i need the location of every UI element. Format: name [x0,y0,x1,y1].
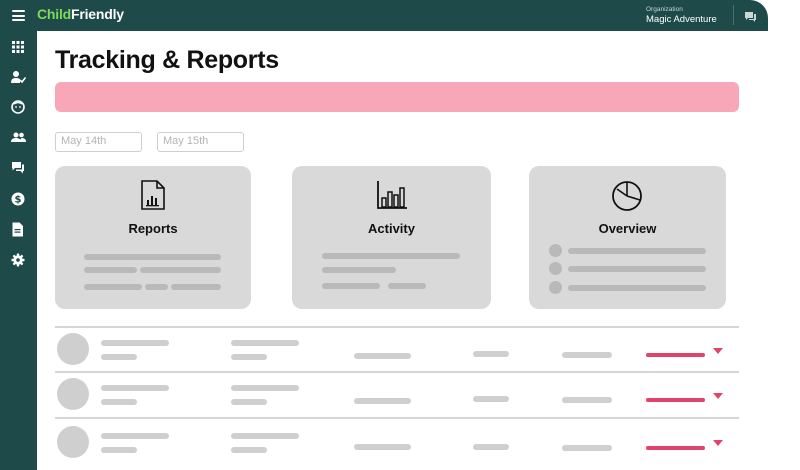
overview-card-title: Overview [598,221,657,236]
pie-chart-icon [611,180,643,217]
placeholder-line [231,399,267,405]
placeholder-line [231,447,267,453]
list-divider [55,417,739,419]
reports-card[interactable]: Reports [55,166,251,309]
top-bar: ChildFriendly Organization Magic Adventu… [0,0,768,31]
list-divider [55,371,739,373]
chat-icon[interactable] [11,161,26,176]
activity-card[interactable]: Activity [292,166,491,309]
document-icon[interactable] [11,222,26,237]
avatar [57,426,89,458]
placeholder-line [101,433,169,439]
placeholder-line [101,399,137,405]
placeholder-line [562,397,612,403]
placeholder-line [145,284,168,290]
organization-label: Organization [646,6,683,13]
app-logo[interactable]: ChildFriendly [37,6,124,22]
messages-icon[interactable] [744,10,757,28]
placeholder-line [231,354,267,360]
legend-dot [549,262,562,275]
bar-chart-icon [376,180,408,215]
placeholder-line [140,267,221,273]
placeholder-line [354,353,411,359]
app-frame: ChildFriendly Organization Magic Adventu… [0,0,768,470]
status-bar [646,446,705,450]
svg-text:$: $ [15,195,22,206]
logo-text-friendly: Friendly [71,6,124,22]
status-bar [646,353,705,357]
sidebar: $ [0,31,37,470]
placeholder-line [473,396,509,402]
page-title: Tracking & Reports [55,46,279,74]
grid-icon[interactable] [11,40,26,55]
placeholder-line [84,267,137,273]
activity-card-title: Activity [368,221,415,236]
placeholder-line [101,340,169,346]
avatar [57,333,89,365]
placeholder-line [562,352,612,358]
gear-icon[interactable] [11,253,26,268]
placeholder-line [388,283,426,289]
user-check-icon[interactable] [11,70,26,85]
end-date-field[interactable]: May 15th [157,132,244,152]
legend-dot [549,244,562,257]
placeholder-line [84,284,142,290]
hamburger-menu-icon[interactable] [12,10,25,21]
placeholder-line [231,433,299,439]
placeholder-line [568,266,706,272]
report-document-icon [141,180,165,215]
avatar [57,378,89,410]
placeholder-line [231,340,299,346]
status-bar [646,398,705,402]
placeholder-line [568,248,706,254]
placeholder-line [322,267,396,273]
placeholder-line [473,351,509,357]
list-divider [55,326,739,328]
users-icon[interactable] [11,131,26,146]
placeholder-line [322,283,380,289]
notification-banner [55,82,739,112]
placeholder-line [101,354,137,360]
child-face-icon[interactable] [11,100,26,115]
placeholder-line [473,444,509,450]
placeholder-line [84,254,221,260]
placeholder-line [568,285,706,291]
placeholder-line [354,444,411,450]
logo-text-child: Child [37,6,71,22]
expand-caret-icon[interactable] [713,440,723,446]
placeholder-line [101,447,137,453]
placeholder-line [562,445,612,451]
start-date-field[interactable]: May 14th [55,132,142,152]
dollar-icon[interactable]: $ [11,192,26,207]
expand-caret-icon[interactable] [713,348,723,354]
expand-caret-icon[interactable] [713,393,723,399]
legend-dot [549,281,562,294]
overview-card[interactable]: Overview [529,166,726,309]
placeholder-line [354,398,411,404]
placeholder-line [101,385,169,391]
topbar-divider [733,5,734,25]
organization-name[interactable]: Magic Adventure [646,14,717,25]
placeholder-line [231,385,299,391]
placeholder-line [322,253,460,259]
placeholder-line [171,284,221,290]
reports-card-title: Reports [128,221,178,236]
